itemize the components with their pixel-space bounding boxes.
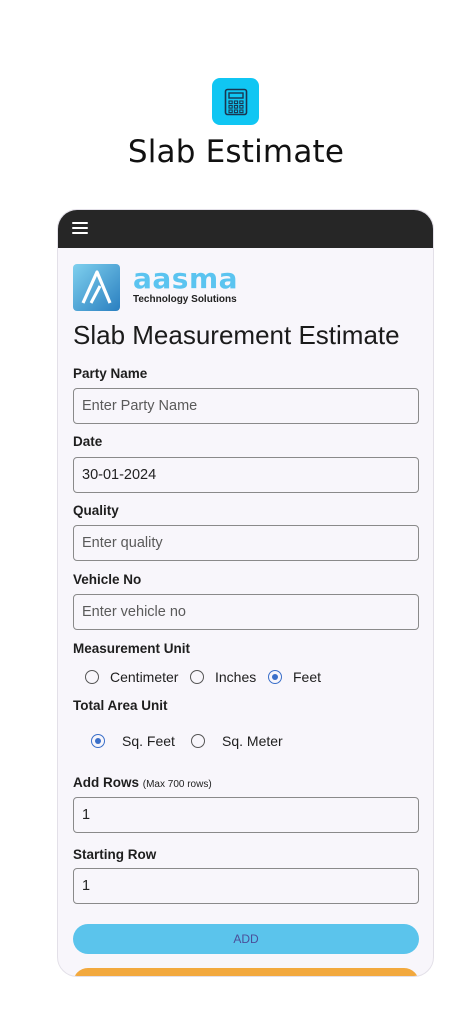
radio-centimeter[interactable] [85,670,99,684]
hamburger-menu-icon[interactable] [72,222,88,236]
add-button[interactable]: ADD [73,924,419,954]
radio-sq-meter[interactable] [191,734,205,748]
secondary-action-button[interactable] [73,968,419,976]
vehicle-no-label: Vehicle No [73,572,142,587]
page-title: Slab Estimate [127,134,345,170]
total-area-unit-group: Sq. Feet Sq. Meter [58,730,433,752]
measurement-unit-group: Centimeter Inches Feet [58,666,433,688]
starting-row-input[interactable] [73,868,419,904]
app-bar [58,210,433,248]
radio-label-feet[interactable]: Feet [293,669,321,685]
brand-name: aasma [133,262,239,295]
measurement-unit-label: Measurement Unit [73,641,191,656]
add-rows-input[interactable] [73,797,419,833]
total-area-unit-label: Total Area Unit [73,698,168,713]
aasma-logo-icon [73,264,120,311]
vehicle-no-input[interactable] [73,594,419,630]
radio-label-inches[interactable]: Inches [215,669,256,685]
date-label: Date [73,434,103,449]
add-rows-hint: (Max 700 rows) [142,779,212,790]
app-calculator-icon [212,78,259,125]
radio-label-sq-meter[interactable]: Sq. Meter [222,733,283,749]
party-name-label: Party Name [73,366,148,381]
radio-label-centimeter[interactable]: Centimeter [110,669,178,685]
date-input[interactable] [73,457,419,493]
app-screen: aasma Technology Solutions Slab Measurem… [57,209,434,977]
party-name-input[interactable] [73,388,419,424]
radio-label-sq-feet[interactable]: Sq. Feet [122,733,175,749]
radio-inches[interactable] [190,670,204,684]
quality-input[interactable] [73,525,419,561]
radio-sq-feet[interactable] [91,734,105,748]
radio-feet[interactable] [268,670,282,684]
add-rows-label-text: Add Rows [73,775,139,790]
brand: aasma Technology Solutions [133,262,239,306]
form-title: Slab Measurement Estimate [73,320,400,350]
add-rows-label: Add Rows (Max 700 rows) [73,775,212,790]
quality-label: Quality [73,503,119,518]
brand-tagline: Technology Solutions [133,294,237,305]
calculator-icon [224,88,247,115]
starting-row-label: Starting Row [73,847,157,862]
